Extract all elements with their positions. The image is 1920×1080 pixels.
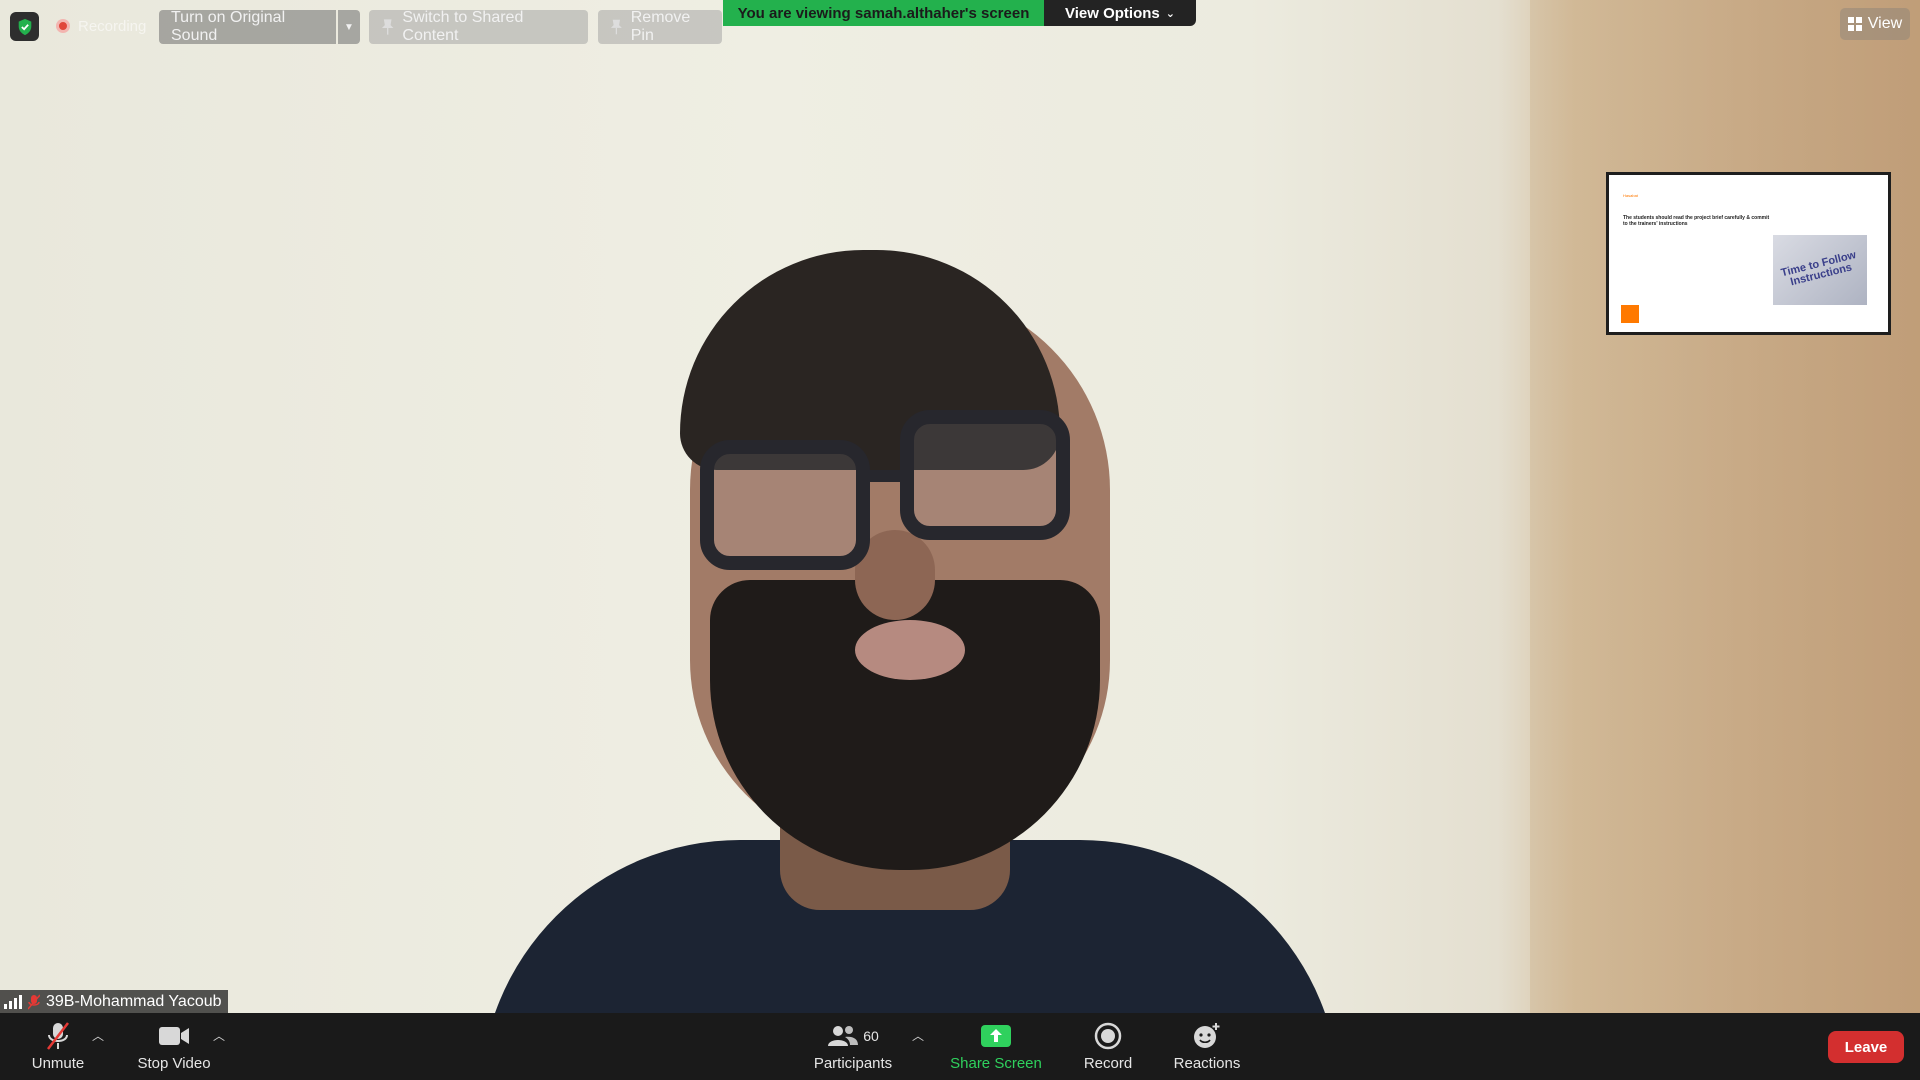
orange-logo xyxy=(1621,305,1639,323)
view-options-button[interactable]: View Options ⌄ xyxy=(1044,0,1196,26)
participants-button[interactable]: 60 Participants xyxy=(808,1019,898,1077)
reactions-label: Reactions xyxy=(1173,1055,1241,1072)
pin-icon xyxy=(381,19,394,35)
recording-indicator: Recording xyxy=(56,15,146,37)
participants-icon xyxy=(828,1026,859,1046)
unmute-label: Unmute xyxy=(31,1055,85,1072)
lips xyxy=(855,620,965,680)
switch-shared-label: Switch to Shared Content xyxy=(402,9,524,44)
participant-video xyxy=(480,250,1340,1013)
view-options-label: View Options xyxy=(1065,4,1160,22)
lens-right xyxy=(900,410,1070,540)
chevron-down-icon: ⌄ xyxy=(1165,7,1175,20)
signal-icon xyxy=(4,994,22,1009)
audio-options-caret[interactable]: ︿ xyxy=(92,1027,104,1044)
share-screen-button[interactable]: Share Screen xyxy=(948,1019,1044,1077)
record-button[interactable]: Record xyxy=(1080,1019,1136,1077)
participants-options-caret[interactable]: ︿ xyxy=(912,1027,924,1044)
stop-video-button[interactable]: Stop Video xyxy=(132,1019,216,1077)
leave-button[interactable]: Leave xyxy=(1828,1031,1904,1063)
grid-view-icon xyxy=(1847,17,1862,31)
shield-check-icon[interactable] xyxy=(10,12,39,41)
reactions-button[interactable]: Reactions xyxy=(1172,1019,1242,1077)
original-sound-dropdown[interactable]: ▼ xyxy=(338,10,360,44)
leave-label: Leave xyxy=(1844,1038,1888,1056)
slide-text: The students should read the project bri… xyxy=(1623,215,1770,227)
record-dot-icon xyxy=(56,19,70,33)
reactions-icon xyxy=(1194,1023,1220,1048)
video-feed xyxy=(0,0,1920,1013)
wall-background xyxy=(1530,0,1920,1013)
viewing-banner: You are viewing samah.althaher's screen xyxy=(723,0,1044,26)
slide-image: Time to Follow Instructions xyxy=(1773,235,1867,305)
original-sound-label: Turn on Original Sound xyxy=(171,9,286,44)
participant-name-tag: 39B-Mohammad Yacoub xyxy=(0,990,228,1013)
mic-muted-icon xyxy=(47,1022,69,1050)
glasses xyxy=(700,410,1080,570)
participants-count: 60 xyxy=(863,1028,879,1044)
remove-pin-button[interactable]: Remove Pin xyxy=(598,9,722,44)
view-button[interactable]: View xyxy=(1840,8,1910,40)
pin-icon xyxy=(610,19,622,35)
record-label: Record xyxy=(1083,1055,1133,1072)
slide-small-title: Hasabat xyxy=(1623,193,1638,198)
view-label: View xyxy=(1867,15,1903,32)
video-camera-icon xyxy=(159,1027,189,1045)
remove-pin-label: Remove Pin xyxy=(630,9,691,44)
recording-label: Recording xyxy=(78,17,147,35)
share-screen-icon xyxy=(981,1025,1011,1047)
meeting-top-bar: Recording Turn on Original Sound ▼ Switc… xyxy=(0,0,1920,50)
record-icon xyxy=(1094,1022,1122,1050)
slide-image-caption: Time to Follow Instructions xyxy=(1779,249,1858,289)
share-screen-label: Share Screen xyxy=(950,1055,1042,1072)
lens-left xyxy=(700,440,870,570)
unmute-button[interactable]: Unmute xyxy=(22,1019,94,1077)
switch-to-shared-content-button[interactable]: Switch to Shared Content xyxy=(369,9,588,44)
mic-muted-icon xyxy=(28,994,40,1009)
original-sound-button[interactable]: Turn on Original Sound xyxy=(159,9,336,44)
stop-video-label: Stop Video xyxy=(137,1055,211,1072)
participants-label: Participants xyxy=(813,1055,893,1072)
viewing-banner-text: You are viewing samah.althaher's screen xyxy=(737,4,1030,22)
meeting-toolbar: Unmute ︿ Stop Video ︿ 60 Participants ︿ … xyxy=(0,1013,1920,1080)
participant-name: 39B-Mohammad Yacoub xyxy=(46,992,222,1010)
chevron-down-icon: ▼ xyxy=(344,21,354,33)
video-options-caret[interactable]: ︿ xyxy=(213,1027,225,1044)
shared-content-thumbnail[interactable]: Hasabat The students should read the pro… xyxy=(1606,172,1891,335)
